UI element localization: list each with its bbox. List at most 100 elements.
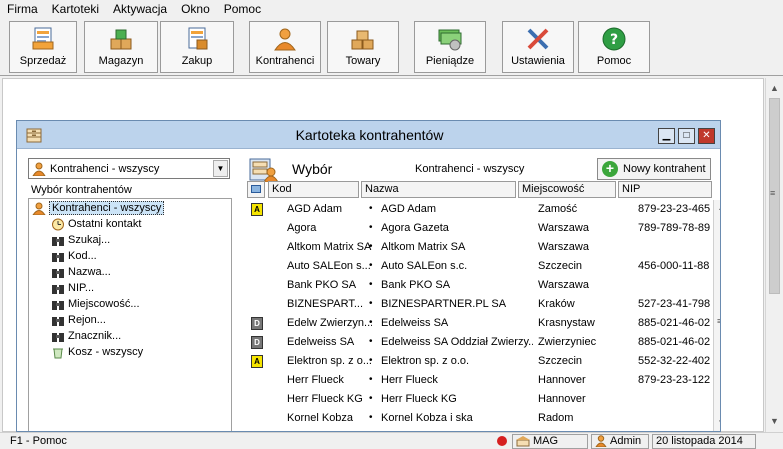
cell-nazwa: Herr Flueck <box>381 374 438 386</box>
tools-icon <box>527 28 549 50</box>
person-icon <box>32 202 46 215</box>
tree-item-nip[interactable]: NIP... <box>51 280 94 296</box>
column-header-kod[interactable]: Kod <box>268 181 359 198</box>
close-icon[interactable]: ✕ <box>698 128 715 144</box>
table-row[interactable]: A • AGD Adam AGD Adam Zamość 879-23-23-465 <box>245 200 713 219</box>
tree-item-label: Rejon... <box>68 314 106 326</box>
tree-item-trash[interactable]: Kosz - wszyscy <box>51 344 143 360</box>
scroll-down-icon[interactable]: ▼ <box>714 418 720 427</box>
table-row[interactable]: • BIZNESPART... BIZNESPARTNER.PL SA Kraków 5… <box>245 295 713 314</box>
binoculars-icon <box>52 316 64 326</box>
column-header-nip[interactable]: NIP <box>618 181 712 198</box>
pieniadze-button[interactable]: Pieniądze <box>414 21 486 73</box>
menu-kartoteki[interactable]: Kartoteki <box>45 0 106 18</box>
grid-scrollbar[interactable]: ▲ ≡ ▼ <box>713 200 720 431</box>
table-row[interactable]: • Herr Flueck Herr Flueck Hannover 879-23-23… <box>245 371 713 390</box>
cell-kod: Kornel Kobza <box>287 412 354 424</box>
table-row[interactable]: • Agora Agora Gazeta Warszawa 789-789-78-89 <box>245 219 713 238</box>
binoculars-icon <box>52 332 64 342</box>
minimize-icon[interactable]: ▁ <box>658 128 675 144</box>
contractors-grid: A • AGD Adam AGD Adam Zamość 879-23-23-465 • Ag… <box>245 200 713 431</box>
column-select-header[interactable] <box>247 181 265 198</box>
table-row[interactable]: D • Edelweiss SA Edelweiss SA Oddział Zwier… <box>245 333 713 352</box>
workspace-scrollbar[interactable]: ▲ ≡ ▼ <box>765 78 783 432</box>
scroll-up-icon[interactable]: ▲ <box>714 203 720 212</box>
table-row[interactable]: A • Elektron sp. z o... Elektron sp. z o.o.… <box>245 352 713 371</box>
maximize-icon[interactable]: □ <box>678 128 695 144</box>
table-row[interactable]: • Auto SALEon s... Auto SALEon s.c. Szczeci… <box>245 257 713 276</box>
warehouse-icon <box>110 29 132 50</box>
table-row[interactable]: D • Edelw Zwierzyn... Edelweiss SA Krasnysta… <box>245 314 713 333</box>
cell-nazwa: Elektron sp. z o.o. <box>381 355 470 367</box>
table-row[interactable]: • Herr Flueck KG Herr Flueck KG Hannover <box>245 390 713 409</box>
tree-item-city[interactable]: Miejscowość... <box>51 296 140 312</box>
new-contractor-button[interactable]: + Nowy kontrahent <box>597 158 711 180</box>
plus-icon: + <box>602 161 618 177</box>
tree-item-search[interactable]: Szukaj... <box>51 232 110 248</box>
ustawienia-button[interactable]: Ustawienia <box>502 21 574 73</box>
scroll-up-icon[interactable]: ▲ <box>766 80 783 97</box>
clock-person-icon <box>52 218 64 230</box>
cell-nip: 885-021-46-02 <box>638 317 711 329</box>
menu-pomoc[interactable]: Pomoc <box>217 0 268 18</box>
status-user[interactable]: Admin <box>591 433 649 449</box>
tree-item-region[interactable]: Rejon... <box>51 312 106 328</box>
cell-miejscowosc: Zamość <box>538 203 578 215</box>
deleted-badge-icon: D <box>251 336 263 349</box>
magazyn-button[interactable]: Magazyn <box>84 21 158 73</box>
cell-nip: 879-23-23-122 <box>638 374 711 386</box>
column-header-miejscowosc[interactable]: Miejscowość <box>518 181 616 198</box>
status-user-label: Admin <box>610 434 642 447</box>
menu-aktywacja[interactable]: Aktywacja <box>106 0 174 18</box>
table-row[interactable]: • Bank PKO SA Bank PKO SA Warszawa <box>245 276 713 295</box>
sales-document-icon <box>32 27 54 50</box>
kontrahenci-button[interactable]: Kontrahenci <box>249 21 321 73</box>
cell-miejscowosc: Radom <box>538 412 574 424</box>
tree-item-label: Ostatni kontakt <box>68 218 142 230</box>
menu-okno[interactable]: Okno <box>174 0 217 18</box>
binoculars-icon <box>52 236 64 246</box>
kontrahenci-label: Kontrahenci <box>255 55 315 67</box>
cell-kod: Agora <box>287 222 317 234</box>
zakup-label: Zakup <box>181 55 213 67</box>
tree-item-last-contact[interactable]: Ostatni kontakt <box>51 216 141 232</box>
tree-item-code[interactable]: Kod... <box>51 248 97 264</box>
grip-icon: ≡ <box>770 188 776 198</box>
cell-nip: 552-32-22-402 <box>638 355 711 367</box>
cell-nip: 885-021-46-02 <box>638 336 711 348</box>
cell-kod: Altkom Matrix SA <box>287 241 372 253</box>
warehouse-icon <box>516 435 530 446</box>
cell-nazwa: Auto SALEon s.c. <box>381 260 468 272</box>
cell-kod: Herr Flueck <box>287 374 344 386</box>
cell-nip: 527-23-41-798 <box>638 298 711 310</box>
right-heading: Wybór <box>292 161 333 177</box>
table-row[interactable]: • Kornel Kobza Kornel Kobza i ska Radom <box>245 409 713 428</box>
status-bar: F1 - Pomoc MAG Admin 20 listopada 2014 <box>0 432 783 449</box>
chevron-down-icon[interactable]: ▼ <box>213 160 228 177</box>
tree-item-label: Miejscowość... <box>68 298 140 310</box>
zakup-button[interactable]: Zakup <box>160 21 234 73</box>
window-title: Kartoteka kontrahentów <box>295 127 444 143</box>
new-contractor-label: Nowy kontrahent <box>623 163 706 175</box>
cell-kod: AGD Adam <box>287 203 343 215</box>
tree-item-label: NIP... <box>68 282 95 294</box>
cell-miejscowosc: Warszawa <box>538 279 589 291</box>
table-row[interactable]: • Altkom Matrix SA Altkom Matrix SA Warszaw… <box>245 238 713 257</box>
cell-miejscowosc: Hannover <box>538 374 586 386</box>
cell-kod: Auto SALEon s... <box>287 260 371 272</box>
tree-item-all[interactable]: Kontrahenci - wszyscy <box>32 200 165 216</box>
pomoc-button[interactable]: ? Pomoc <box>578 21 650 73</box>
sprzedaz-button[interactable]: Sprzedaż <box>9 21 77 73</box>
menu-firma[interactable]: Firma <box>0 0 45 18</box>
window-title-bar[interactable]: Kartoteka kontrahentów ▁ □ ✕ <box>17 121 720 149</box>
scroll-down-icon[interactable]: ▼ <box>766 413 783 430</box>
status-date: 20 listopada 2014 <box>652 433 756 449</box>
status-mag-label: MAG <box>533 434 559 447</box>
filter-combo[interactable]: Kontrahenci - wszyscy ▼ <box>28 158 230 179</box>
tree-item-name[interactable]: Nazwa... <box>51 264 111 280</box>
cell-nip: 456-000-11-88 <box>638 260 710 272</box>
status-mag[interactable]: MAG <box>512 433 588 449</box>
tree-item-tag[interactable]: Znacznik... <box>51 328 121 344</box>
column-header-nazwa[interactable]: Nazwa <box>361 181 516 198</box>
towary-button[interactable]: Towary <box>327 21 399 73</box>
